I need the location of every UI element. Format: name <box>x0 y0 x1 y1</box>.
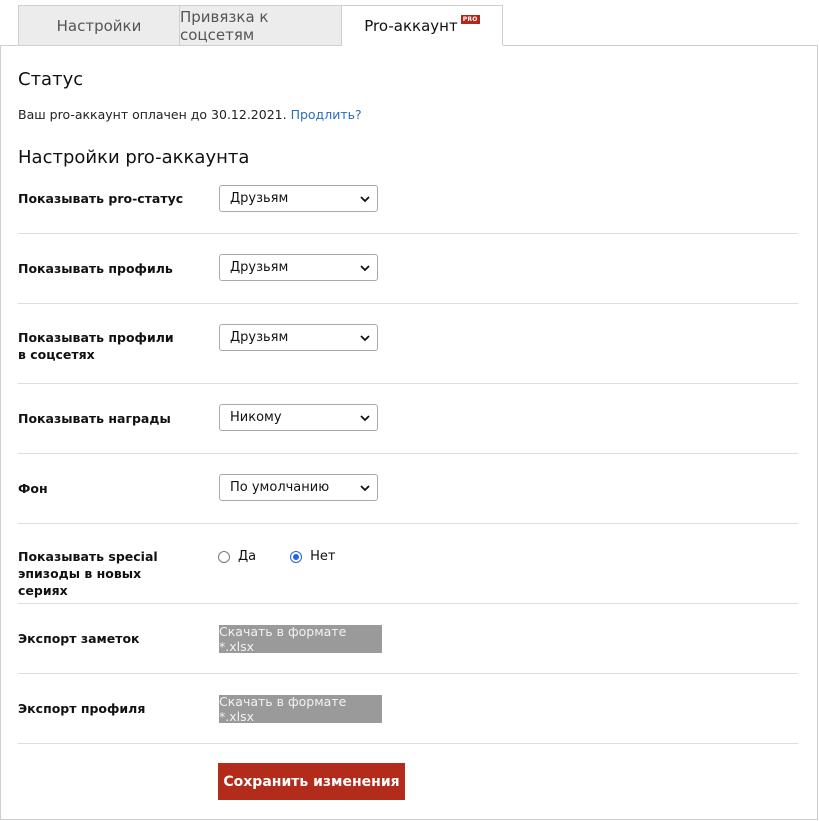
tab-social-links[interactable]: Привязка к соцсетям <box>180 5 342 45</box>
tab-label: Настройки <box>56 16 142 35</box>
social-profiles-label: Показывать профили в соцсетях <box>18 330 174 362</box>
chevron-down-icon <box>360 335 370 342</box>
renew-link[interactable]: Продлить? <box>291 107 362 122</box>
row-pro-status: Показывать pro-статус Друзьям <box>18 182 798 234</box>
row-export-profile: Экспорт профиля Скачать в формате *.xlsx <box>18 674 798 744</box>
row-export-notes: Экспорт заметок Скачать в формате *.xlsx <box>18 604 798 674</box>
special-episodes-radio-group: Да Нет <box>218 549 369 564</box>
radio-no-label: Нет <box>310 549 336 564</box>
tab-label: Привязка к соцсетям <box>180 7 269 44</box>
awards-select[interactable]: Никому <box>219 404 378 431</box>
radio-yes[interactable] <box>218 550 230 563</box>
select-value: Друзьям <box>230 260 289 275</box>
background-label: Фон <box>18 481 48 496</box>
export-notes-label: Экспорт заметок <box>18 631 140 646</box>
tab-settings[interactable]: Настройки <box>18 5 180 45</box>
chevron-down-icon <box>360 485 370 492</box>
pro-badge: PRO <box>460 15 480 24</box>
chevron-down-icon <box>360 415 370 422</box>
radio-yes-label: Да <box>238 549 257 564</box>
tab-bar: Настройки Привязка к соцсетям Pro-аккаун… <box>18 5 503 46</box>
settings-title: Настройки pro-аккаунта <box>18 147 250 168</box>
profile-label: Показывать профиль <box>18 261 173 276</box>
select-value: По умолчанию <box>230 480 330 495</box>
tab-pro-account[interactable]: Pro-аккаунт PRO <box>342 5 503 46</box>
export-notes-button[interactable]: Скачать в формате *.xlsx <box>219 624 382 654</box>
export-profile-button[interactable]: Скачать в формате *.xlsx <box>219 694 382 724</box>
special-episodes-label: Показывать special эпизоды в новых серия… <box>18 549 158 598</box>
status-message: Ваш pro-аккаунт оплачен до 30.12.2021. <box>18 107 287 122</box>
radio-no[interactable] <box>290 550 303 563</box>
profile-select[interactable]: Друзьям <box>219 254 378 281</box>
select-value: Друзьям <box>230 330 289 345</box>
select-value: Друзьям <box>230 191 289 206</box>
pro-status-select[interactable]: Друзьям <box>219 185 378 212</box>
chevron-down-icon <box>360 196 370 203</box>
save-changes-button[interactable]: Сохранить изменения <box>218 763 405 800</box>
row-profile: Показывать профиль Друзьям <box>18 234 798 304</box>
row-social-profiles: Показывать профили в соцсетях Друзьям <box>18 304 798 384</box>
status-title: Статус <box>18 69 84 90</box>
pro-status-label: Показывать pro-статус <box>18 191 184 206</box>
row-special-episodes: Показывать special эпизоды в новых серия… <box>18 524 798 604</box>
settings-panel: Статус Ваш pro-аккаунт оплачен до 30.12.… <box>0 45 818 820</box>
export-profile-label: Экспорт профиля <box>18 701 146 716</box>
row-background: Фон По умолчанию <box>18 454 798 524</box>
social-profiles-select[interactable]: Друзьям <box>219 324 378 351</box>
chevron-down-icon <box>360 265 370 272</box>
tab-label: Pro-аккаунт <box>364 16 458 35</box>
background-select[interactable]: По умолчанию <box>219 474 378 501</box>
status-text: Ваш pro-аккаунт оплачен до 30.12.2021. П… <box>18 107 362 122</box>
row-awards: Показывать награды Никому <box>18 384 798 454</box>
select-value: Никому <box>230 410 282 425</box>
awards-label: Показывать награды <box>18 411 171 426</box>
